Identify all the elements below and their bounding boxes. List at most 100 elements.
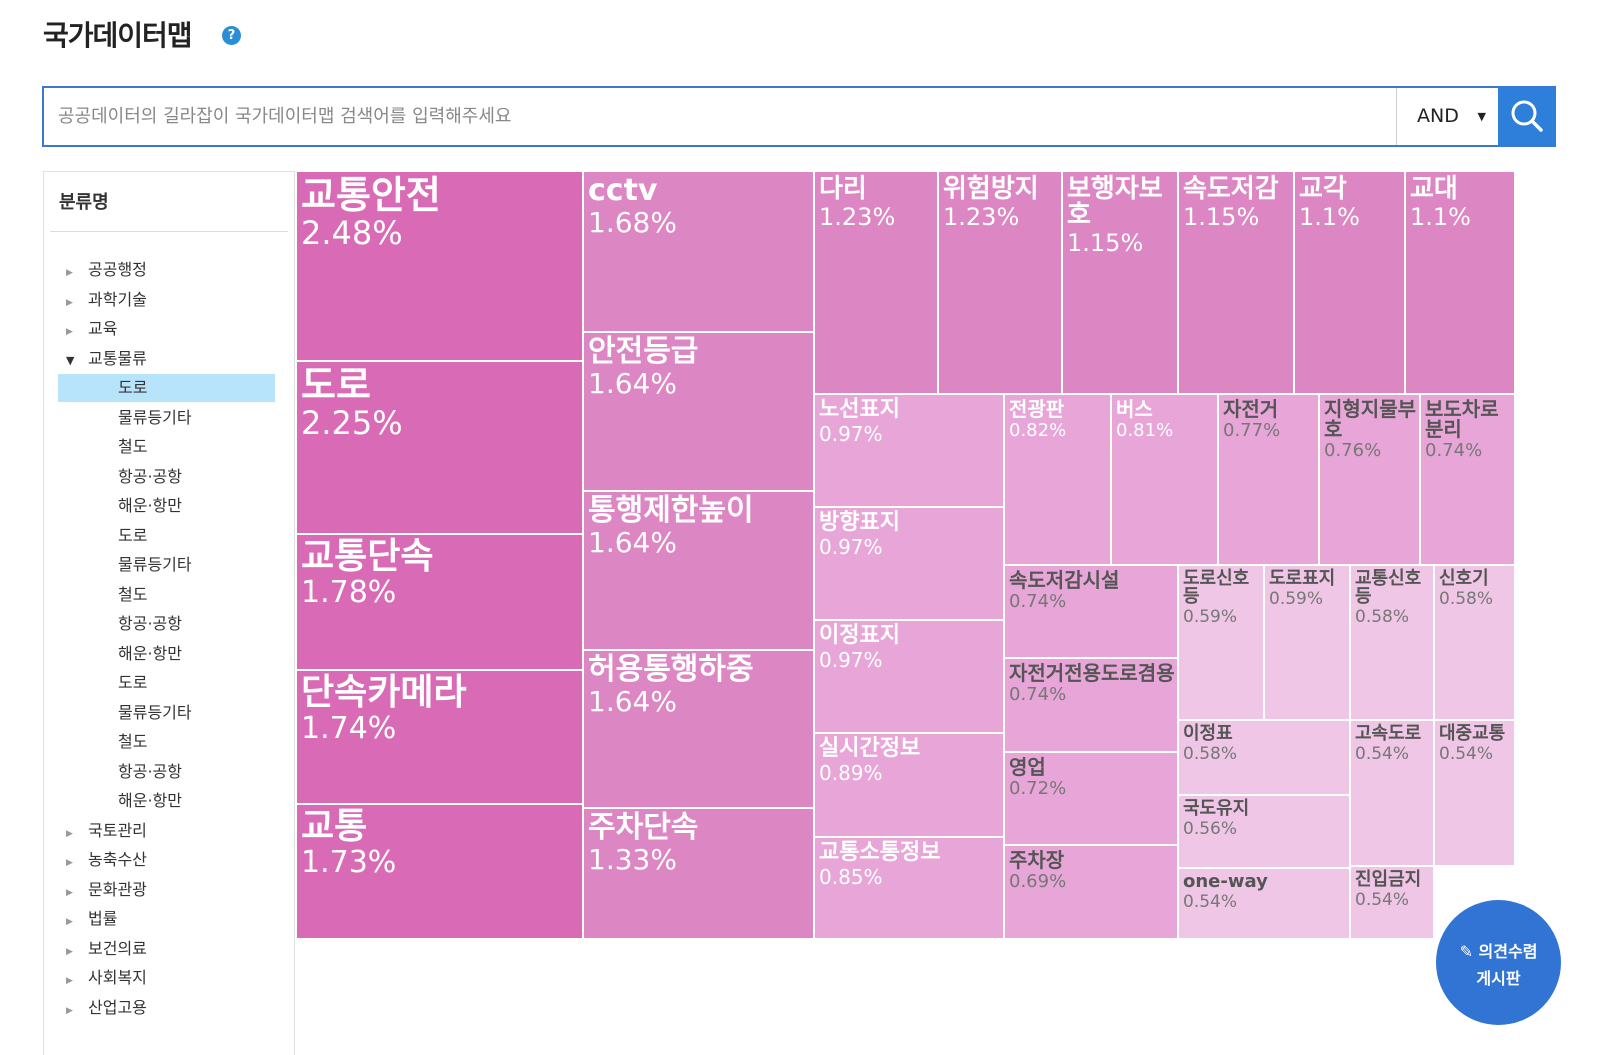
treemap-tile[interactable]: 자전거 0.77% (1218, 394, 1319, 565)
tree-item[interactable]: ▶ 산업고용 (66, 994, 147, 1022)
treemap-tile[interactable]: 버스 0.81% (1111, 394, 1218, 565)
tree-item-label: 문화관광 (88, 879, 147, 899)
tree-subitem[interactable]: 도로 (58, 669, 275, 697)
page-title: 국가데이터맵 (43, 19, 193, 52)
tree-subitem[interactable]: 철도 (58, 728, 275, 756)
treemap-tile[interactable]: 방향표지 0.97% (814, 507, 1004, 620)
tree-subitem[interactable]: 물류등기타 (58, 699, 275, 727)
treemap-tile[interactable]: 주차단속 1.33% (583, 808, 814, 939)
tree-item[interactable]: ▶ 법률 (66, 905, 117, 933)
treemap-tile[interactable]: 진입금지 0.54% (1350, 866, 1434, 939)
treemap-tile[interactable]: 교통소통정보 0.85% (814, 837, 1004, 939)
caret-right-icon[interactable]: ▶ (66, 997, 88, 1025)
caret-right-icon[interactable]: ▶ (66, 938, 88, 966)
tree-subitem[interactable]: 항공·공항 (58, 758, 275, 786)
tree-subitem[interactable]: 철도 (58, 581, 275, 609)
tree-subitem[interactable]: 철도 (58, 433, 275, 461)
tree-subitem[interactable]: 해운·항만 (58, 492, 275, 520)
caret-down-icon[interactable]: ▼ (66, 347, 88, 375)
treemap-tile[interactable]: 신호기 0.58% (1434, 565, 1515, 720)
treemap-tile[interactable]: 고속도로 0.54% (1350, 720, 1434, 866)
search-operator-select[interactable]: AND ▼ (1396, 88, 1498, 145)
caret-right-icon[interactable]: ▶ (66, 289, 88, 317)
tile-percentage: 0.69% (1009, 871, 1067, 892)
tree-item[interactable]: ▶ 국토관리 (66, 817, 147, 845)
tile-name: 통행제한높이 (588, 493, 754, 528)
tree-item[interactable]: ▶ 교육 (66, 315, 117, 343)
tree-subitem[interactable]: 항공·공항 (58, 610, 275, 638)
tree-subitem[interactable]: 물류등기타 (58, 551, 275, 579)
tree-item[interactable]: ▶ 사회복지 (66, 964, 147, 992)
treemap-tile[interactable]: 속도저감 1.15% (1178, 171, 1294, 394)
tree-subitem[interactable]: 도로 (58, 374, 275, 402)
tree-subitem[interactable]: 물류등기타 (58, 404, 275, 432)
treemap-tile[interactable]: 안전등급 1.64% (583, 332, 814, 491)
treemap-tile[interactable]: 교통단속 1.78% (296, 534, 583, 670)
tree-subitem[interactable]: 해운·항만 (58, 787, 275, 815)
treemap-tile[interactable]: cctv 1.68% (583, 171, 814, 332)
caret-right-icon[interactable]: ▶ (66, 259, 88, 287)
tree-item-label: 해운·항만 (118, 496, 182, 515)
treemap-tile[interactable]: 허용통행하중 1.64% (583, 650, 814, 808)
search-button[interactable] (1498, 88, 1556, 145)
treemap-tile[interactable]: 교각 1.1% (1294, 171, 1405, 394)
tree-item[interactable]: ▶ 과학기술 (66, 286, 147, 314)
caret-right-icon[interactable]: ▶ (66, 879, 88, 907)
treemap-tile[interactable]: 교통 1.73% (296, 804, 583, 939)
feedback-board-button[interactable]: ✎ 의견수렴 게시판 (1436, 900, 1561, 1025)
treemap-tile[interactable]: 실시간정보 0.89% (814, 733, 1004, 837)
tree-item[interactable]: ▶ 농축수산 (66, 846, 147, 874)
tile-name: 버스 (1116, 397, 1153, 421)
tree-item[interactable]: ▼ 교통물류 (66, 345, 147, 373)
treemap-tile[interactable]: 교통신호등 0.58% (1350, 565, 1434, 720)
treemap-tile[interactable]: 교대 1.1% (1405, 171, 1515, 394)
tile-percentage: 0.81% (1116, 420, 1174, 441)
treemap-tile[interactable]: 도로 2.25% (296, 361, 583, 534)
tree-item-label: 항공·공항 (118, 614, 182, 633)
tree-item-label: 철도 (118, 732, 148, 751)
treemap-tile[interactable]: 이정표 0.58% (1178, 720, 1350, 795)
help-icon[interactable]: ? (222, 26, 241, 45)
tree-item[interactable]: ▶ 문화관광 (66, 876, 147, 904)
tile-percentage: 1.64% (588, 526, 677, 559)
treemap-tile[interactable]: 보도차로분리 0.74% (1420, 394, 1515, 565)
tree-subitem[interactable]: 해운·항만 (58, 640, 275, 668)
treemap-tile[interactable]: 지형지물부호 0.76% (1319, 394, 1420, 565)
tree-subitem[interactable]: 항공·공항 (58, 463, 275, 491)
treemap-tile[interactable]: 자전거전용도로겸용 0.74% (1004, 658, 1178, 752)
tile-name: 안전등급 (588, 334, 699, 369)
treemap-tile[interactable]: 도로신호등 0.59% (1178, 565, 1264, 720)
treemap-tile[interactable]: 다리 1.23% (814, 171, 938, 394)
treemap-tile[interactable]: 속도저감시설 0.74% (1004, 565, 1178, 658)
tree-item[interactable]: ▶ 공공행정 (66, 256, 147, 284)
treemap-tile[interactable]: 국도유지 0.56% (1178, 795, 1350, 868)
caret-right-icon[interactable]: ▶ (66, 318, 88, 346)
treemap-tile[interactable]: 노선표지 0.97% (814, 394, 1004, 507)
treemap-tile[interactable]: 통행제한높이 1.64% (583, 491, 814, 650)
tile-percentage: 0.59% (1269, 589, 1324, 609)
treemap-tile[interactable]: one-way 0.54% (1178, 868, 1350, 939)
tile-percentage: 0.59% (1183, 607, 1238, 627)
caret-right-icon[interactable]: ▶ (66, 820, 88, 848)
tile-name: 자전거 (1223, 397, 1279, 421)
search-input[interactable] (44, 88, 1396, 145)
caret-right-icon[interactable]: ▶ (66, 849, 88, 877)
tile-percentage: 1.23% (819, 203, 896, 231)
treemap-tile[interactable]: 대중교통 0.54% (1434, 720, 1515, 866)
caret-right-icon[interactable]: ▶ (66, 967, 88, 995)
treemap-tile[interactable]: 전광판 0.82% (1004, 394, 1111, 565)
treemap-tile[interactable]: 보행자보호 1.15% (1062, 171, 1178, 394)
treemap-tile[interactable]: 이정표지 0.97% (814, 620, 1004, 733)
treemap-tile[interactable]: 위험방지 1.23% (938, 171, 1062, 394)
treemap-tile[interactable]: 영업 0.72% (1004, 752, 1178, 845)
tile-percentage: 0.97% (819, 422, 883, 446)
tile-name: 보도차로분리 (1425, 397, 1499, 441)
search-bar: AND ▼ (42, 86, 1556, 147)
tree-item[interactable]: ▶ 보건의료 (66, 935, 147, 963)
treemap-tile[interactable]: 교통안전 2.48% (296, 171, 583, 361)
treemap-tile[interactable]: 주차장 0.69% (1004, 845, 1178, 939)
tree-subitem[interactable]: 도로 (58, 522, 275, 550)
treemap-tile[interactable]: 단속카메라 1.74% (296, 670, 583, 804)
treemap-tile[interactable]: 도로표지 0.59% (1264, 565, 1350, 720)
caret-right-icon[interactable]: ▶ (66, 908, 88, 936)
